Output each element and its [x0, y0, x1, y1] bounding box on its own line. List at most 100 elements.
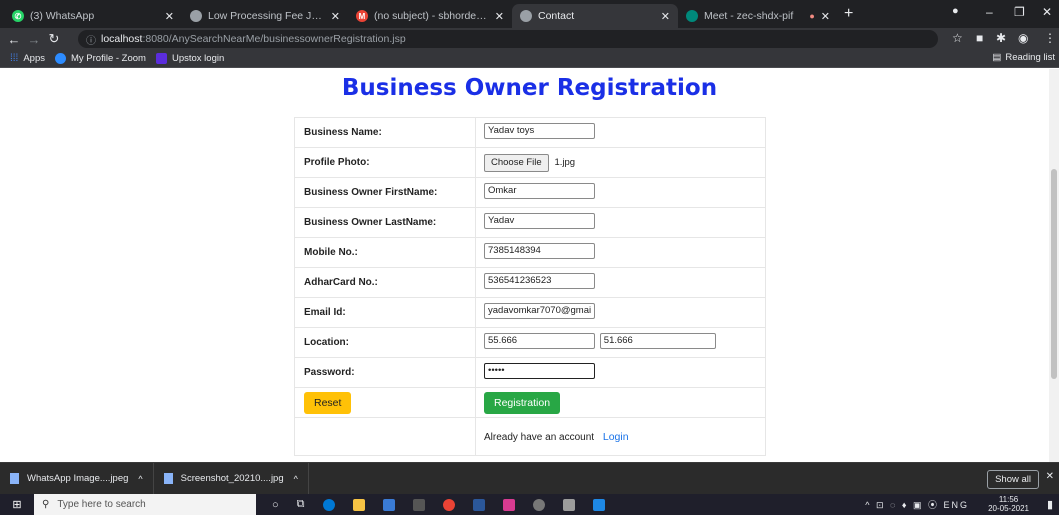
file-icon: [10, 473, 19, 484]
address-bar: ← → ↻ ⓘ localhost :8080/AnySearchNearMe/…: [0, 28, 1059, 50]
registration-button[interactable]: Registration: [484, 391, 561, 414]
snip-icon[interactable]: [562, 498, 575, 511]
email-label: Email Id:: [294, 297, 476, 328]
mobile-label: Mobile No.:: [294, 237, 476, 268]
new-tab-icon[interactable]: +: [844, 5, 853, 23]
close-icon[interactable]: ✕: [331, 10, 340, 23]
form-row-first-name: Business Owner FirstName: Omkar: [294, 177, 766, 208]
close-downloads-icon[interactable]: ✕: [1046, 471, 1054, 482]
close-icon[interactable]: ✕: [661, 10, 670, 23]
file-icon: [163, 473, 173, 484]
show-all-button[interactable]: Show all: [987, 470, 1039, 489]
tab-meet[interactable]: Meet - zec-shdx-pif ● ✕: [678, 4, 838, 28]
bookmarks-bar: ⁞⁞⁞ Apps My Profile - Zoom Upstox login …: [0, 50, 1059, 68]
task-view-icon[interactable]: ⧉: [297, 498, 305, 511]
chevron-up-icon[interactable]: ^: [138, 474, 142, 484]
mobile-input[interactable]: 7385148394: [484, 243, 595, 259]
download-item[interactable]: Screenshot_20210....jpg ^: [154, 462, 309, 495]
cortana-icon[interactable]: ○: [272, 499, 279, 511]
reset-button[interactable]: Reset: [304, 391, 352, 414]
system-tray[interactable]: ^ ⊡ ◌ ♦ ▣ ⦿ ENG: [865, 498, 969, 511]
first-name-label: Business Owner FirstName:: [294, 177, 476, 208]
longitude-input[interactable]: 51.666: [599, 333, 716, 349]
meet-icon: [686, 10, 698, 22]
close-icon[interactable]: ✕: [165, 10, 174, 23]
reading-list-button[interactable]: ▤ Reading list: [992, 52, 1055, 63]
windows-logo-icon: ⊞: [12, 499, 22, 511]
bookmark-zoom[interactable]: My Profile - Zoom: [55, 53, 146, 64]
latitude-input[interactable]: 55.666: [484, 333, 595, 349]
info-icon[interactable]: ⓘ: [86, 32, 96, 47]
choose-file-button[interactable]: Choose File: [484, 153, 549, 172]
gmail-icon: M: [356, 10, 368, 22]
tab-whatsapp[interactable]: ✆ (3) WhatsApp ✕: [4, 4, 182, 28]
tab-strip: ✆ (3) WhatsApp ✕ Low Processing Fee Jour…: [0, 0, 1059, 28]
login-link[interactable]: Login: [603, 431, 629, 443]
file-explorer-icon[interactable]: [352, 498, 365, 511]
chrome-icon[interactable]: [442, 498, 455, 511]
whatsapp-icon: ✆: [12, 10, 24, 22]
word-icon[interactable]: [472, 498, 485, 511]
globe-icon: [190, 10, 202, 22]
download-item[interactable]: WhatsApp Image....jpeg ^: [0, 462, 154, 495]
url-field[interactable]: ⓘ localhost :8080/AnySearchNearMe/busine…: [78, 30, 938, 48]
avatar[interactable]: ◉: [1018, 31, 1028, 45]
business-name-input[interactable]: Yadav toys: [484, 123, 595, 139]
tab-journal[interactable]: Low Processing Fee Journal in En ✕: [182, 4, 348, 28]
form-row-mobile: Mobile No.: 7385148394: [294, 237, 766, 268]
reload-icon[interactable]: ↻: [44, 31, 64, 47]
last-name-input[interactable]: Yadav: [484, 213, 595, 229]
url-path: :8080/AnySearchNearMe/businessownerRegis…: [142, 33, 406, 45]
profile-dot-icon[interactable]: ●: [952, 5, 959, 17]
settings-icon[interactable]: [532, 498, 545, 511]
downloads-bar: WhatsApp Image....jpeg ^ Screenshot_2021…: [0, 462, 1059, 495]
form-row-adhar: AdharCard No.: 536541236523: [294, 267, 766, 298]
registration-form: Business Name: Yadav toys Profile Photo:…: [294, 117, 766, 456]
clock[interactable]: 11:56 20-05-2021: [988, 495, 1029, 513]
chevron-up-icon[interactable]: ^: [294, 474, 298, 484]
tab-contact[interactable]: Contact ✕: [512, 4, 678, 28]
start-button[interactable]: ⊞: [0, 498, 34, 511]
email-input[interactable]: yadavomkar7070@gmai: [484, 303, 595, 319]
form-row-profile-photo: Profile Photo: Choose File 1.jpg: [294, 147, 766, 178]
forward-icon[interactable]: →: [24, 32, 44, 47]
recording-dot-icon: ●: [809, 11, 815, 21]
form-row-last-name: Business Owner LastName: Yadav: [294, 207, 766, 238]
star-icon[interactable]: ☆: [952, 31, 963, 45]
notification-icon[interactable]: ▮: [1047, 498, 1053, 511]
apps-grid-icon: ⁞⁞⁞: [10, 53, 19, 64]
store-icon[interactable]: [412, 498, 425, 511]
puzzle-icon[interactable]: ✱: [996, 31, 1006, 45]
photos-icon[interactable]: [592, 498, 605, 511]
already-account-text: Already have an account: [484, 431, 595, 443]
first-name-input[interactable]: Omkar: [484, 183, 595, 199]
maximize-icon[interactable]: ❐: [1014, 5, 1025, 19]
search-icon: ⚲: [42, 499, 50, 510]
profile-photo-label: Profile Photo:: [294, 147, 476, 178]
menu-dots-icon[interactable]: ⋮: [1044, 31, 1056, 45]
minimize-icon[interactable]: –: [986, 5, 993, 19]
close-icon[interactable]: ✕: [495, 10, 504, 23]
bookmark-apps[interactable]: ⁞⁞⁞ Apps: [10, 53, 45, 64]
back-icon[interactable]: ←: [4, 32, 24, 47]
extension-icon[interactable]: ■: [976, 31, 983, 45]
password-input[interactable]: •••••: [484, 363, 595, 379]
app-icon[interactable]: [502, 498, 515, 511]
adhar-input[interactable]: 536541236523: [484, 273, 595, 289]
form-row-login: Already have an account Login: [294, 417, 766, 456]
edge-icon[interactable]: [322, 498, 335, 511]
upstox-icon: [155, 53, 167, 64]
business-name-label: Business Name:: [294, 117, 476, 148]
bookmark-upstox[interactable]: Upstox login: [155, 53, 224, 64]
tab-gmail[interactable]: M (no subject) - sbhorde14@gmail ✕: [348, 4, 512, 28]
close-icon[interactable]: ✕: [821, 10, 830, 23]
page-content: Business Owner Registration Business Nam…: [0, 69, 1059, 462]
adhar-label: AdharCard No.:: [294, 267, 476, 298]
close-window-icon[interactable]: ✕: [1042, 5, 1052, 19]
mail-icon[interactable]: [382, 498, 395, 511]
taskbar-search[interactable]: ⚲ Type here to search: [34, 494, 256, 515]
taskbar: ⊞ ⚲ Type here to search ○ ⧉ ^ ⊡ ◌ ♦ ▣ ⦿ …: [0, 494, 1059, 515]
scrollbar[interactable]: [1049, 69, 1059, 462]
scrollbar-thumb[interactable]: [1051, 169, 1057, 379]
page-title: Business Owner Registration: [341, 75, 718, 101]
